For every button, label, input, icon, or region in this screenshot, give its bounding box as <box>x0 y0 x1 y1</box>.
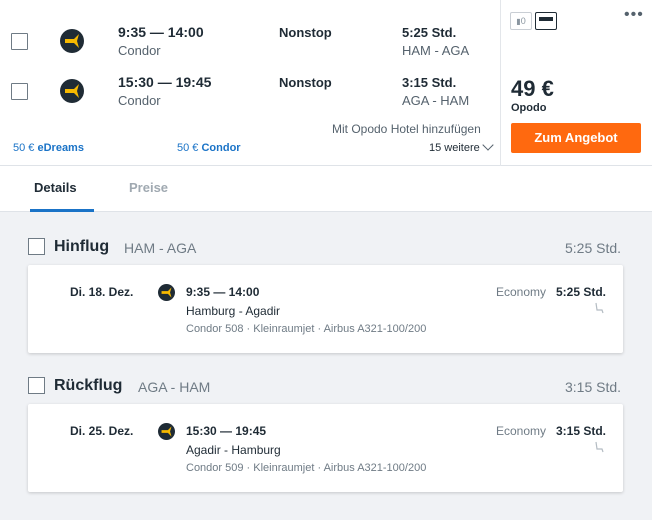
inbound-title: Rückflug <box>54 377 123 394</box>
segment-flight-info: Condor 508 · Kleinraumjet · Airbus A321-… <box>186 323 427 335</box>
provider-name: Condor <box>201 142 241 154</box>
provider-condor-link[interactable]: 50 € Condor <box>177 142 241 154</box>
details-tabs: Details Preise <box>0 166 652 212</box>
segment-duration: 3:15 Std. <box>556 424 607 438</box>
baggage-info: ▮0 <box>510 12 557 30</box>
outbound-total-duration: 5:25 Std. <box>565 240 622 256</box>
segment-cabin: Economy <box>496 285 547 299</box>
outbound-segment-card: Di. 18. Dez. 9:35 — 14:00 Hamburg - Agad… <box>28 265 623 353</box>
condor-logo-icon <box>158 423 175 440</box>
price-source: Opodo <box>511 102 547 114</box>
more-deals-toggle[interactable]: 15 weitere <box>429 139 494 154</box>
provider-edreams-link[interactable]: 50 € eDreams <box>13 142 84 154</box>
credit-card-icon <box>535 12 557 30</box>
leg-1-checkbox[interactable] <box>11 33 28 50</box>
carry-on-bag-icon: ▮0 <box>510 12 532 30</box>
tab-details[interactable]: Details <box>34 180 77 195</box>
leg-1-time: 9:35 — 14:00 <box>118 24 204 40</box>
provider-name: eDreams <box>37 142 84 154</box>
inbound-total-duration: 3:15 Std. <box>565 379 622 395</box>
leg-2-duration: 3:15 Std. <box>402 75 457 90</box>
leg-1-stops: Nonstop <box>279 25 332 40</box>
condor-logo-icon <box>60 29 84 53</box>
segment-date: Di. 18. Dez. <box>70 285 134 299</box>
leg-1-duration: 5:25 Std. <box>402 25 457 40</box>
leg-2-time: 15:30 — 19:45 <box>118 74 212 90</box>
leg-1-airline: Condor <box>118 43 161 58</box>
view-deal-button[interactable]: Zum Angebot <box>511 123 641 153</box>
segment-cabin: Economy <box>496 424 547 438</box>
segment-date: Di. 25. Dez. <box>70 424 134 438</box>
outbound-title: Hinflug <box>54 238 110 255</box>
leg-2-stops: Nonstop <box>279 75 332 90</box>
segment-flight-info: Condor 509 · Kleinraumjet · Airbus A321-… <box>186 462 427 474</box>
segment-duration: 5:25 Std. <box>556 285 607 299</box>
segment-time: 15:30 — 19:45 <box>186 424 267 438</box>
segment-cities: Hamburg - Agadir <box>186 304 281 318</box>
leg-1-route: HAM - AGA <box>402 43 470 58</box>
active-tab-indicator <box>30 209 94 212</box>
leg-2-airline: Condor <box>118 93 161 108</box>
segment-cities: Agadir - Hamburg <box>186 443 281 457</box>
condor-logo-icon <box>60 79 84 103</box>
more-deals-label: 15 weitere <box>429 142 480 154</box>
bag-count: 0 <box>520 16 526 26</box>
divider <box>500 0 501 166</box>
segment-time: 9:35 — 14:00 <box>186 285 260 299</box>
inbound-route: AGA - HAM <box>138 379 211 395</box>
leg-2-checkbox[interactable] <box>11 83 28 100</box>
provider-price: 50 € <box>177 142 199 154</box>
seat-icon <box>595 302 604 314</box>
more-options-icon[interactable]: ••• <box>624 6 644 24</box>
provider-price: 50 € <box>13 142 35 154</box>
outbound-route: HAM - AGA <box>124 240 197 256</box>
condor-logo-icon <box>158 284 175 301</box>
leg-2-route: AGA - HAM <box>402 93 470 108</box>
add-hotel-link[interactable]: Mit Opodo Hotel hinzufügen <box>332 122 481 136</box>
tab-prices[interactable]: Preise <box>129 180 168 195</box>
inbound-segment-card: Di. 25. Dez. 15:30 — 19:45 Agadir - Hamb… <box>28 404 623 492</box>
total-price: 49 € <box>511 76 554 101</box>
chevron-down-icon <box>482 139 494 151</box>
flight-result-card: 9:35 — 14:00 Condor Nonstop 5:25 Std. HA… <box>0 0 652 166</box>
outbound-checkbox[interactable] <box>28 238 45 255</box>
inbound-checkbox[interactable] <box>28 377 45 394</box>
seat-icon <box>595 441 604 453</box>
